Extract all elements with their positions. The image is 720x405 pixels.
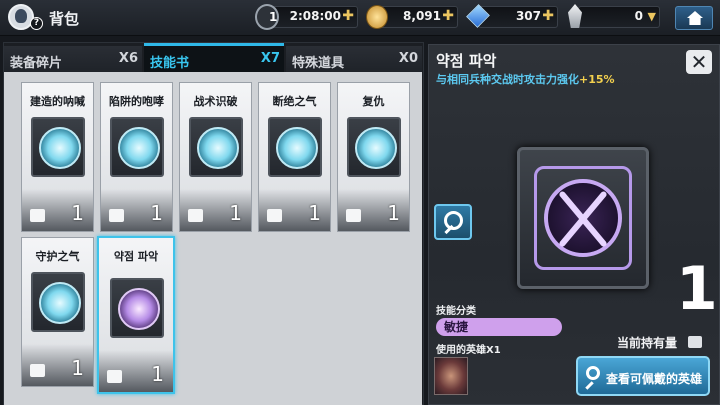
skillbook-name: 陷阱的咆哮 [109, 95, 164, 108]
timer-plus-icon[interactable]: ✚ [342, 8, 354, 24]
skillbook-count: 1 [71, 356, 84, 380]
owned-count-large: 1 [676, 254, 718, 324]
home-button[interactable] [675, 6, 713, 30]
detail-skill-name: 약점 파악 [436, 52, 497, 70]
timer-badge: 1 [269, 10, 278, 24]
skillbook-name: 守护之气 [35, 250, 80, 263]
help-icon[interactable]: ? [30, 17, 43, 30]
puzzle-piece-icon [188, 209, 203, 222]
category-badge: 敏捷 [436, 318, 562, 336]
description-percent: +15% [579, 73, 615, 86]
category-label: 技能分类 [436, 306, 476, 317]
gold-plus-icon[interactable]: ✚ [442, 8, 454, 24]
puzzle-piece-icon [107, 370, 122, 383]
tab-label: 技能书 [150, 56, 190, 71]
skillbook-name: 建造的呐喊 [30, 95, 85, 108]
used-heroes-label: 使用的英雄X1 [436, 345, 501, 356]
timer-value: 2:08:00 [289, 9, 341, 23]
skillbook-count: 1 [71, 201, 84, 225]
skillbook-name: 약점 파악 [113, 250, 159, 263]
hero-portrait[interactable] [434, 357, 468, 395]
skillbook-count: 1 [150, 201, 163, 225]
skillbook-icon [110, 117, 164, 177]
zoom-button[interactable] [434, 204, 472, 240]
owned-label: 当前持有量 [617, 336, 678, 350]
skillbook-icon [347, 117, 401, 177]
tab-count: X0 [398, 51, 418, 66]
puzzle-piece-icon [267, 209, 282, 222]
view-heroes-button[interactable]: 查看可佩戴的英雄 [576, 356, 710, 396]
description-text: 与相同兵种交战时攻击力强化 [436, 73, 579, 86]
skillbook-count: 1 [308, 201, 321, 225]
skillbook-card[interactable]: 守护之气 1 [21, 237, 94, 387]
puzzle-piece-icon [346, 209, 361, 222]
puzzle-piece-icon [30, 209, 45, 222]
skillbook-name: 断绝之气 [272, 95, 317, 108]
skillbook-name: 复仇 [362, 95, 385, 108]
detail-description: 与相同兵种交战时攻击力强化+15% [436, 71, 615, 87]
skillbook-card[interactable]: 建造的呐喊 1 [21, 82, 94, 232]
skillbook-card-selected[interactable]: 약점 파악 1 [97, 236, 175, 394]
crystal-display: 0 ▼ [578, 6, 660, 28]
skillbook-count: 1 [387, 201, 400, 225]
search-icon-handle [585, 381, 594, 390]
gem-value: 307 [515, 9, 541, 23]
gold-value: 8,091 [403, 9, 441, 23]
gold-coin-icon [366, 5, 388, 29]
home-icon [687, 11, 703, 25]
tab-special-items[interactable]: 特殊道具 X0 [286, 46, 422, 72]
skillbook-card[interactable]: 陷阱的咆哮 1 [100, 82, 173, 232]
close-button[interactable]: ✕ [686, 50, 712, 74]
tab-label: 特殊道具 [292, 56, 345, 71]
tab-label: 装备碎片 [10, 56, 63, 71]
skillbook-large-icon [517, 147, 649, 289]
skillbook-icon [110, 278, 164, 338]
tab-count: X7 [260, 51, 280, 66]
tab-equipment-fragments[interactable]: 装备碎片 X6 [4, 46, 142, 72]
puzzle-piece-icon [109, 209, 124, 222]
skillbook-count: 1 [229, 201, 242, 225]
search-icon [586, 366, 600, 380]
gem-display: 307 ✚ [478, 6, 558, 28]
skillbook-count: 1 [151, 362, 164, 386]
view-heroes-label: 查看可佩戴的英雄 [606, 372, 703, 386]
puzzle-piece-icon [688, 336, 702, 348]
gem-plus-icon[interactable]: ✚ [542, 8, 554, 24]
hourglass-icon: 1 [255, 4, 279, 30]
skillbook-name: 战术识破 [193, 95, 238, 108]
tab-skill-books[interactable]: 技能书 X7 [144, 43, 284, 72]
skillbook-card[interactable]: 复仇 1 [337, 82, 410, 232]
crystal-dropdown-icon[interactable]: ▼ [648, 10, 656, 23]
puzzle-piece-icon [30, 364, 45, 377]
tab-count: X6 [118, 51, 138, 66]
skillbook-icon [268, 117, 322, 177]
skillbook-card[interactable]: 断绝之气 1 [258, 82, 331, 232]
skillbook-icon [31, 272, 85, 332]
page-title: 背包 [49, 10, 80, 28]
skillbook-icon [31, 117, 85, 177]
gold-display: 8,091 ✚ [376, 6, 458, 28]
crystal-value: 0 [634, 9, 643, 23]
skillbook-card[interactable]: 战术识破 1 [179, 82, 252, 232]
skillbook-icon [189, 117, 243, 177]
